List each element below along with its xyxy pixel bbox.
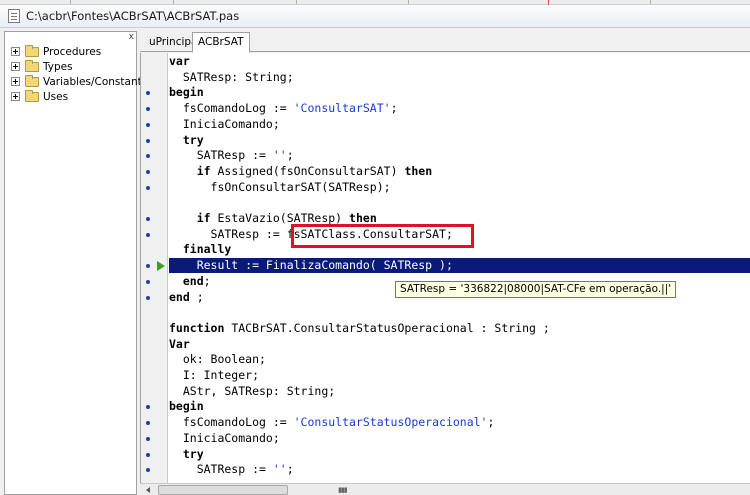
code-text: fsComandoLog := 'ConsultarSAT'; (169, 101, 398, 116)
tab-acbrsat[interactable]: ACBrSAT (192, 32, 250, 53)
tree-item-label: Uses (43, 90, 69, 103)
breakpoint-dot-icon[interactable] (146, 169, 150, 174)
scroll-thumb[interactable] (158, 485, 288, 495)
tree-item-variables-constants[interactable]: Variables/Constants (11, 74, 147, 89)
code-text: fsOnConsultarSAT(SATResp); (169, 179, 391, 194)
execution-line[interactable]: Result := FinalizaComando( SATResp ); (141, 258, 750, 274)
breakpoint-dot-icon[interactable] (146, 91, 150, 96)
file-icon (8, 9, 20, 23)
folder-icon (25, 89, 39, 102)
breakpoint-dot-icon[interactable] (146, 122, 150, 127)
code-text: begin (169, 85, 204, 100)
code-text: SATResp := ''; (169, 148, 294, 163)
title-bar: C:\acbr\Fontes\ACBrSAT\ACBrSAT.pas (0, 5, 750, 28)
tree-item-label: Variables/Constants (43, 75, 148, 88)
code-line[interactable]: function TACBrSAT.ConsultarStatusOperaci… (141, 321, 750, 337)
code-line[interactable]: SATResp: String; (141, 70, 750, 86)
breakpoint-dot-icon[interactable] (146, 405, 150, 410)
code-text: Var (169, 336, 190, 351)
execution-arrow-icon (157, 261, 165, 272)
code-explorer-panel: x Procedures Types Variables/Constants U… (4, 31, 147, 495)
code-text: SATResp: String; (169, 69, 294, 84)
code-line[interactable]: I: Integer; (141, 368, 750, 384)
code-text: IniciaComando; (169, 430, 280, 445)
code-line[interactable]: fsComandoLog := 'ConsultarStatusOperacio… (141, 415, 750, 431)
code-text: var (169, 54, 190, 68)
horizontal-scrollbar[interactable]: ▮▮▮ (140, 483, 750, 495)
tree-item-types[interactable]: Types (11, 59, 73, 74)
breakpoint-dot-icon[interactable] (146, 452, 150, 457)
breakpoint-dot-icon[interactable] (146, 107, 150, 112)
code-line[interactable] (141, 195, 750, 211)
code-text: AStr, SATResp: String; (169, 383, 336, 398)
code-line[interactable]: AStr, SATResp: String; (141, 384, 750, 400)
code-line[interactable] (141, 305, 750, 321)
code-text: ok: Boolean; (169, 352, 266, 367)
code-line[interactable]: var (141, 54, 750, 70)
breakpoint-dot-icon[interactable] (146, 217, 150, 221)
breakpoint-dot-icon[interactable] (146, 279, 150, 284)
code-line[interactable]: begin (141, 399, 750, 415)
expand-icon[interactable] (11, 47, 20, 56)
tree-item-uses[interactable]: Uses (11, 89, 68, 104)
breakpoint-dot-icon[interactable] (146, 468, 150, 473)
code-text: I: Integer; (169, 368, 260, 382)
tree-item-label: Procedures (43, 45, 102, 58)
code-text: try (182, 446, 204, 461)
code-line[interactable]: fsComandoLog := 'ConsultarSAT'; (141, 101, 750, 117)
code-text: fsComandoLog := 'ConsultarStatusOperacio… (169, 415, 495, 430)
expand-icon[interactable] (11, 62, 20, 71)
breakpoint-dot-icon[interactable] (146, 264, 150, 269)
code-line[interactable]: Var (141, 337, 750, 353)
folder-icon (25, 74, 39, 87)
code-line[interactable]: try (141, 133, 750, 149)
code-text: end; (182, 273, 211, 288)
breakpoint-dot-icon[interactable] (146, 185, 150, 190)
scroll-left-icon[interactable] (146, 487, 150, 493)
breakpoint-dot-icon[interactable] (146, 421, 150, 426)
code-line[interactable]: if Assigned(fsOnConsultarSAT) then (141, 164, 750, 180)
code-text: if Assigned(fsOnConsultarSAT) then (196, 163, 433, 178)
code-line[interactable]: IniciaComando; (141, 431, 750, 447)
window-title: C:\acbr\Fontes\ACBrSAT\ACBrSAT.pas (26, 9, 240, 23)
tree-item-label: Types (43, 60, 73, 73)
tree-item-procedures[interactable]: Procedures (11, 44, 101, 59)
breakpoint-dot-icon[interactable] (146, 295, 150, 300)
breakpoint-dot-icon[interactable] (146, 232, 150, 237)
code-line[interactable]: IniciaComando; (141, 117, 750, 133)
evaluation-tooltip: SATResp = '336822|08000|SAT-CFe em opera… (395, 281, 677, 298)
expand-icon[interactable] (11, 92, 20, 101)
code-text: finally (182, 242, 232, 257)
breakpoint-dot-icon[interactable] (146, 436, 150, 441)
code-line[interactable]: ok: Boolean; (141, 352, 750, 368)
expand-icon[interactable] (11, 77, 20, 86)
code-text: function TACBrSAT.ConsultarStatusOperaci… (169, 320, 550, 335)
code-text: begin (169, 399, 204, 414)
code-line[interactable]: begin (141, 85, 750, 101)
code-text: IniciaComando; (169, 116, 280, 131)
folder-icon (25, 44, 39, 57)
code-text: end ; (169, 289, 204, 304)
code-line[interactable]: try (141, 447, 750, 463)
code-text: SATResp := ''; (169, 462, 294, 477)
highlight-box (291, 224, 474, 248)
code-editor[interactable]: var SATResp: String; begin fsComandoLog :… (140, 53, 750, 483)
code-line[interactable]: SATResp := ''; (141, 148, 750, 164)
grip-icon: ▮▮▮ (338, 487, 348, 494)
breakpoint-dot-icon[interactable] (146, 138, 150, 143)
code-line[interactable]: SATResp := ''; (141, 462, 750, 478)
editor-tabs: uPrincipal ACBrSAT (140, 31, 750, 53)
code-text: try (182, 132, 204, 147)
code-text: Result := FinalizaComando( SATResp ); (169, 258, 453, 273)
folder-icon (25, 59, 39, 72)
close-icon[interactable]: x (129, 32, 134, 42)
code-line[interactable]: fsOnConsultarSAT(SATResp); (141, 180, 750, 196)
breakpoint-dot-icon[interactable] (146, 154, 150, 159)
